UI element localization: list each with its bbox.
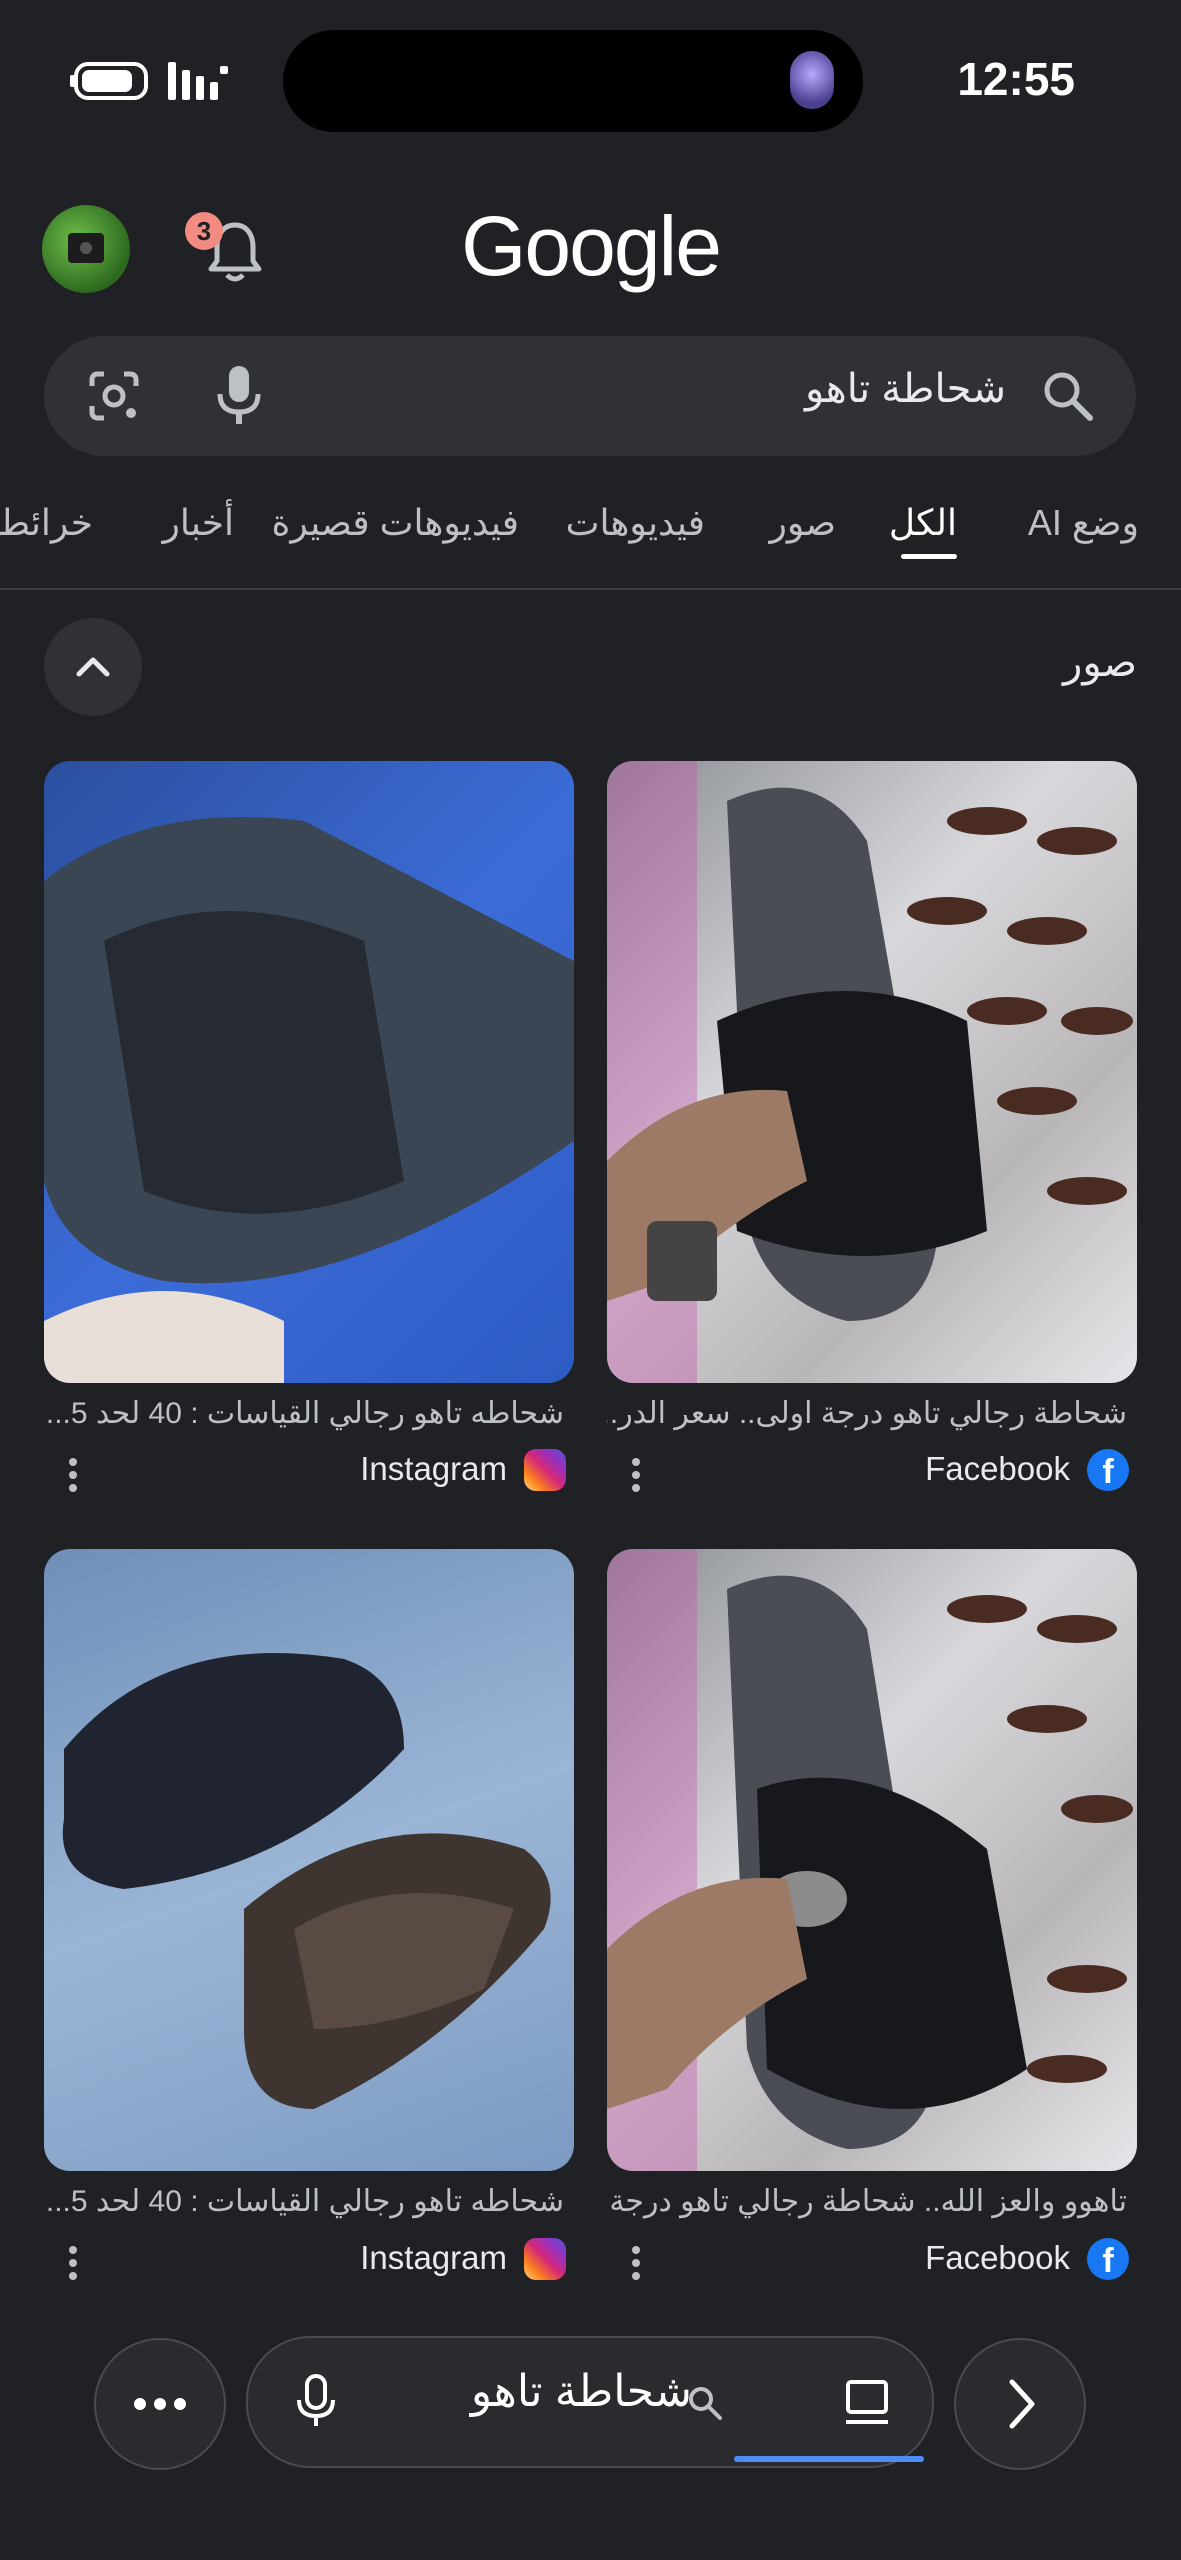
tab-news[interactable]: أخبار [163,502,234,544]
instagram-icon [524,1449,566,1491]
result-source-2[interactable]: Instagram [360,1450,507,1488]
result-source-4[interactable]: Instagram [360,2239,507,2277]
facebook-icon: f [1087,2238,1129,2280]
search-icon[interactable] [686,2384,724,2422]
tab-maps[interactable]: خرائط [0,502,93,544]
bottom-search-bar[interactable]: شحاطة تاهو [246,2336,934,2468]
facebook-icon: f [1087,1449,1129,1491]
more-button[interactable] [94,2338,226,2470]
google-logo[interactable]: Google [0,198,1181,295]
result-source-3[interactable]: Facebook [925,2239,1070,2277]
more-options-icon[interactable] [630,2245,642,2286]
search-query[interactable]: شحاطة تاهو [805,366,1006,412]
images-section-title: صور [1063,641,1137,685]
result-caption-4[interactable]: شحاطه تاهو رجالي القياسات : 40 لحد 5... [44,2184,564,2219]
signal-icon [168,62,228,100]
result-image-4[interactable] [44,1549,574,2171]
tab-videos[interactable]: فيديوهات [566,502,705,544]
active-indicator [734,2456,924,2462]
forward-button[interactable] [954,2338,1086,2470]
search-tabs: وضع AI الكل صور فيديوهات فيديوهات قصيرة … [0,470,1181,590]
result-caption-2[interactable]: شحاطه تاهو رجالي القياسات : 40 لحد 5... [44,1396,564,1431]
microphone-icon[interactable] [214,364,264,428]
result-image-2[interactable] [44,761,574,1383]
collapse-button[interactable] [44,618,142,716]
tabs-icon[interactable] [844,2378,890,2428]
microphone-icon[interactable] [294,2374,338,2430]
status-time: 12:55 [957,53,1075,105]
sandal-photo [44,817,574,1383]
result-image-3[interactable] [607,1549,1137,2171]
sandal-photo [607,1549,1133,2171]
result-caption-3[interactable]: تاهوو والعز الله.. شحاطة رجالي تاهو درجة… [607,2184,1127,2219]
battery-icon [70,62,148,100]
active-tab-indicator [901,554,957,559]
sandal-photo [607,761,1133,1383]
status-bar: 12:55 [0,0,1181,160]
google-lens-icon[interactable] [84,366,144,426]
bottom-search-query[interactable]: شحاطة تاهو [471,2366,692,2417]
result-caption-1[interactable]: شحاطة رجالي تاهو درجة اولى.. سعر الدر... [607,1396,1127,1431]
tab-images[interactable]: صور [769,502,836,544]
more-horizontal-icon [134,2398,186,2410]
chevron-right-icon [1009,2379,1035,2429]
tab-short-videos[interactable]: فيديوهات قصيرة [272,502,519,544]
dynamic-island [283,30,863,132]
sandal-photo [62,1653,551,2109]
instagram-icon [524,2238,566,2280]
more-options-icon[interactable] [630,1457,642,1498]
tab-ai-mode[interactable]: وضع AI [1028,502,1139,544]
result-source-1[interactable]: Facebook [925,1450,1070,1488]
more-options-icon[interactable] [67,2245,79,2286]
more-options-icon[interactable] [67,1457,79,1498]
tab-all[interactable]: الكل [889,502,957,544]
tabs-divider [0,588,1181,590]
chevron-up-icon [76,657,110,677]
search-box[interactable]: شحاطة تاهو [44,336,1136,456]
flashlight-icon [790,51,834,109]
result-image-1[interactable] [607,761,1137,1383]
search-icon[interactable] [1040,368,1096,424]
